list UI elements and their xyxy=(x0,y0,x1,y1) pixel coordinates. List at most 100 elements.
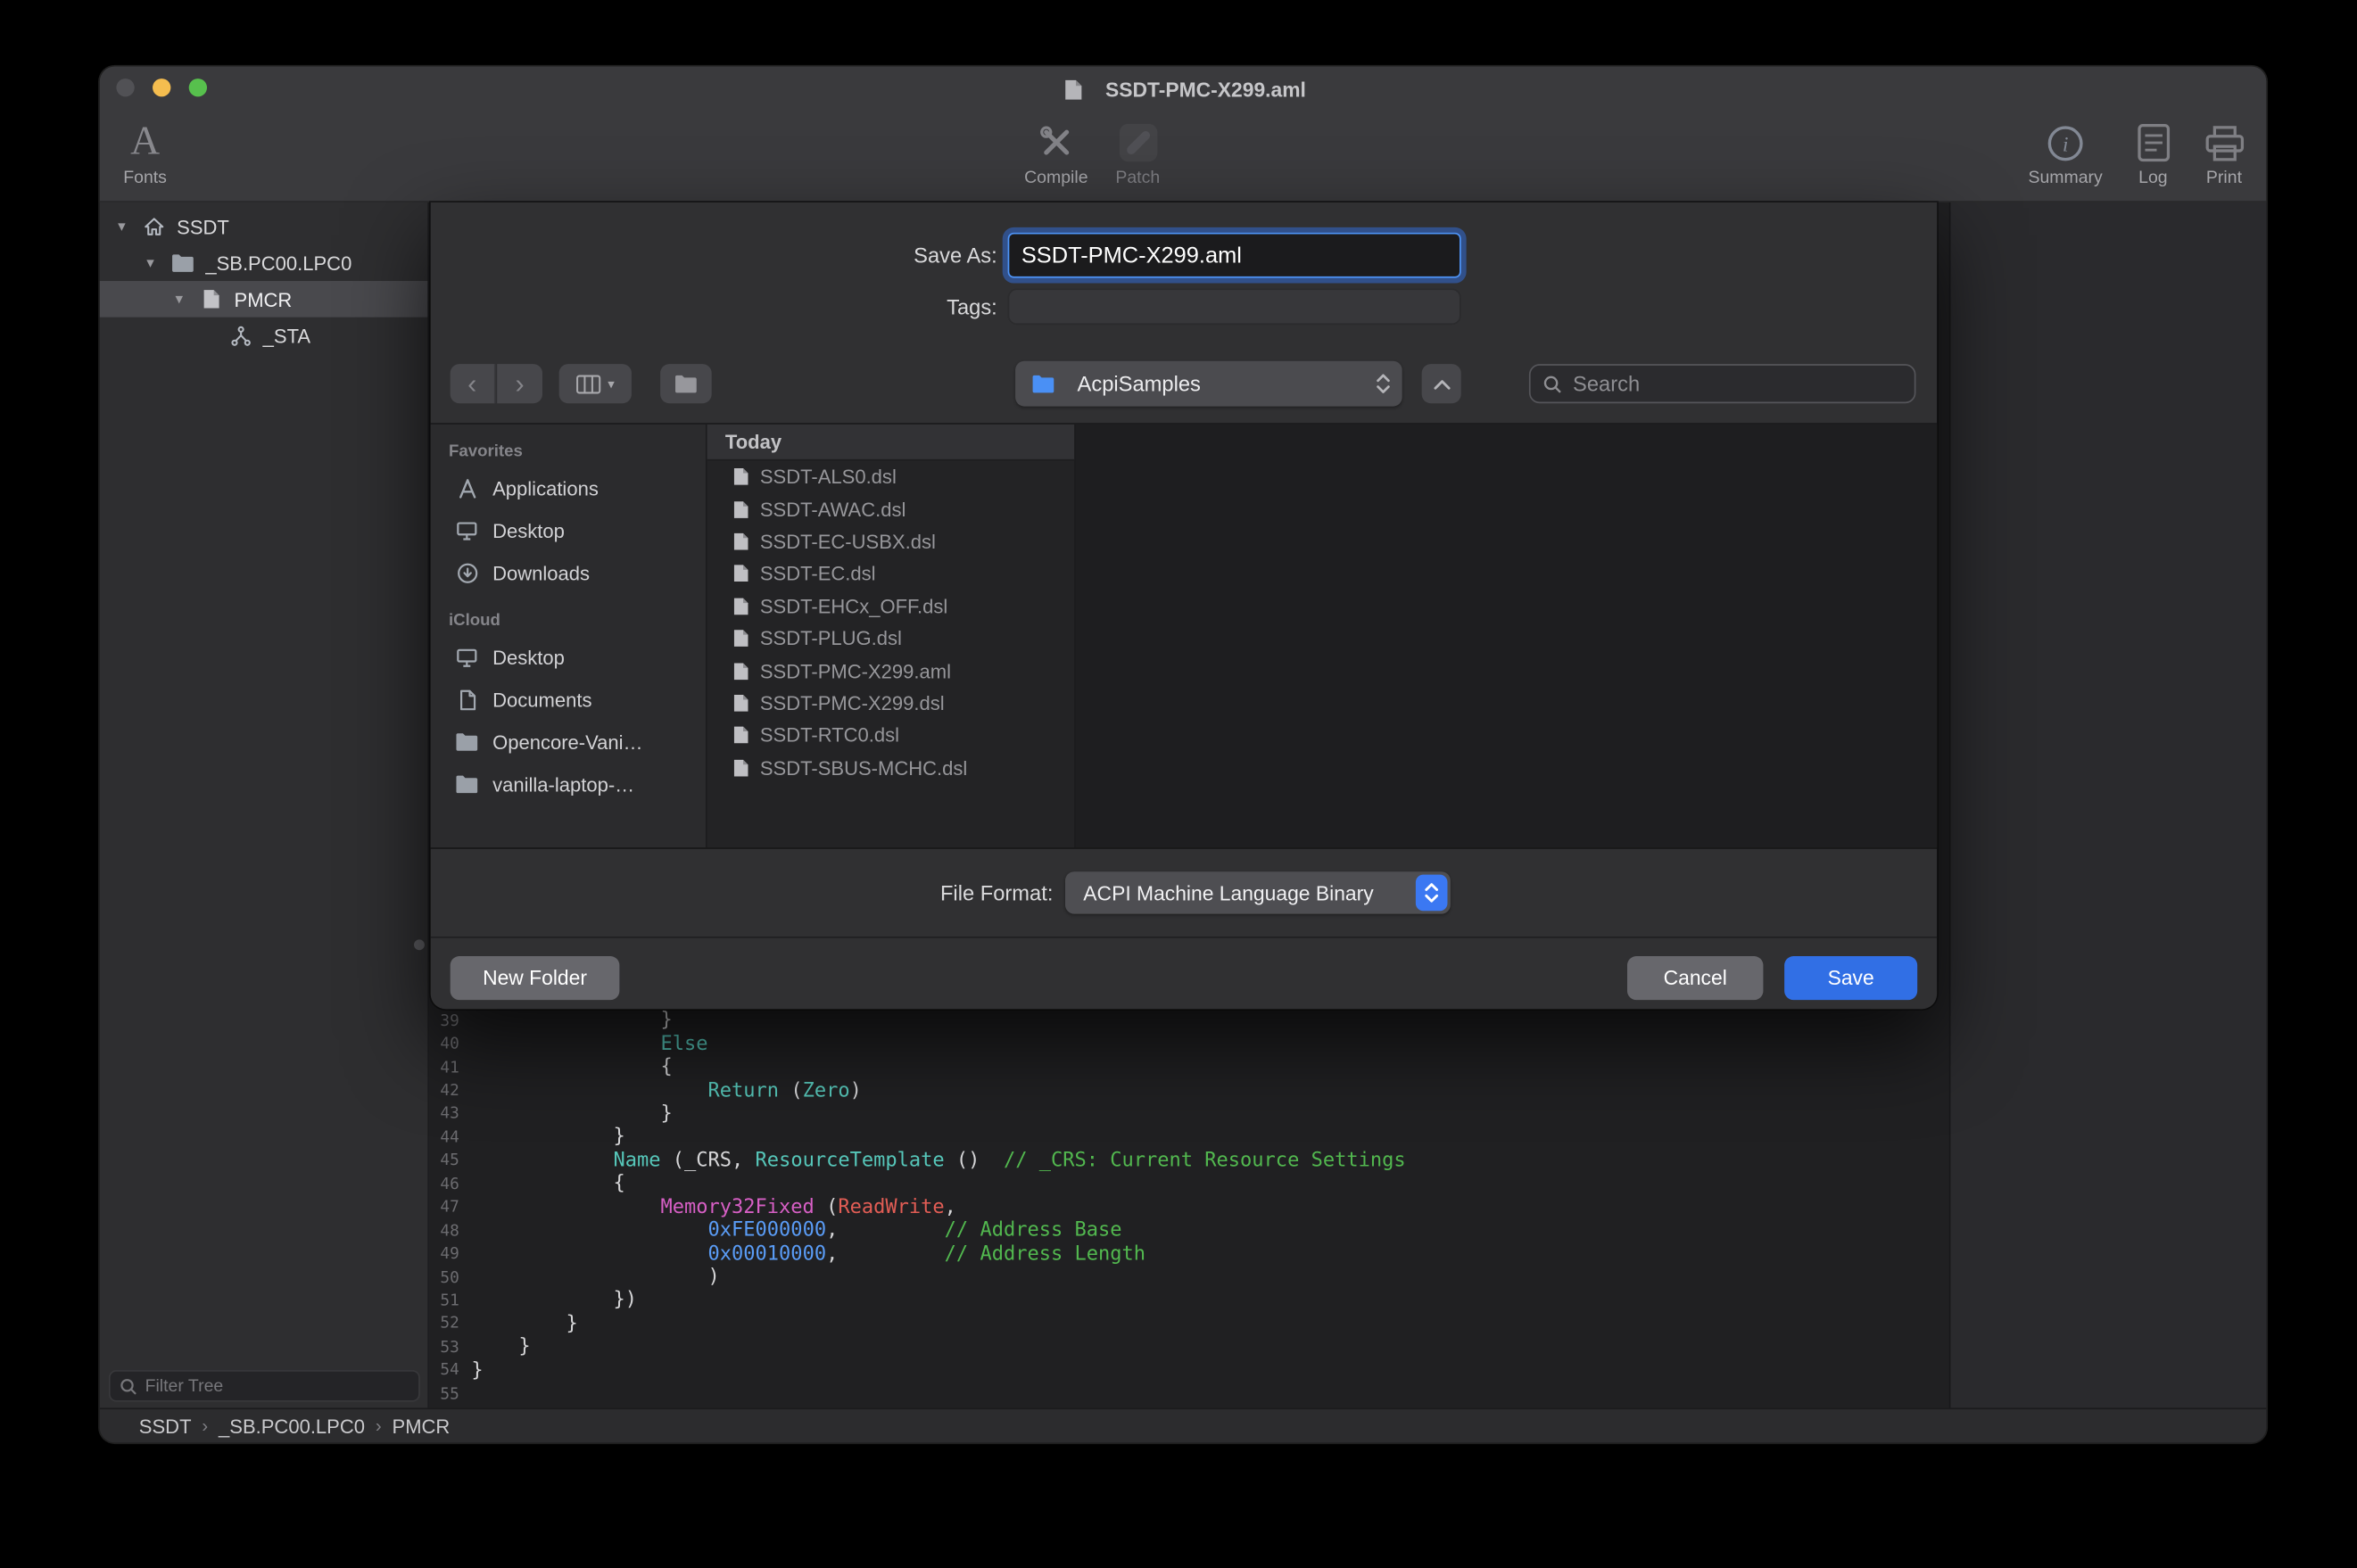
file-icon xyxy=(728,564,752,583)
line-number: 39 xyxy=(431,1011,459,1029)
file-icon xyxy=(728,725,752,745)
patch-button[interactable]: Patch xyxy=(1097,111,1178,187)
filter-tree-input[interactable] xyxy=(111,1372,418,1400)
line-number: 49 xyxy=(431,1245,459,1263)
print-label: Print xyxy=(2206,169,2242,187)
tags-input[interactable] xyxy=(1008,288,1461,325)
file-row[interactable]: SSDT-AWAC.dsl xyxy=(707,493,1075,525)
code-line: 42 Return (Zero) xyxy=(431,1079,1942,1102)
file-name: SSDT-EHCx_OFF.dsl xyxy=(760,595,947,617)
column-view-icon xyxy=(576,374,602,393)
file-icon xyxy=(728,661,752,681)
tree-item-sta[interactable]: _STA xyxy=(100,318,428,354)
fonts-button[interactable]: A Fonts xyxy=(100,111,191,187)
file-row[interactable]: SSDT-PMC-X299.dsl xyxy=(707,687,1075,719)
code-text: { xyxy=(471,1173,624,1195)
breadcrumb-item[interactable]: SSDT xyxy=(139,1415,192,1437)
new-folder-button[interactable]: New Folder xyxy=(451,956,620,1000)
tree-item-ssdt[interactable]: ▾ SSDT xyxy=(100,209,428,245)
sidebar-item-desktop[interactable]: Desktop xyxy=(431,509,706,551)
disclosure-triangle[interactable]: ▾ xyxy=(175,291,197,308)
split-handle[interactable] xyxy=(414,939,425,950)
sidebar-tree: ▾ SSDT ▾ _SB.PC00.LPC0 ▾PMCR_STA xyxy=(100,209,428,354)
file-format-dropdown[interactable]: ACPI Machine Language Binary xyxy=(1065,871,1451,913)
location-label: AcpiSamples xyxy=(1078,372,1201,396)
location-dropdown[interactable]: AcpiSamples xyxy=(1015,361,1402,407)
breadcrumb-item[interactable]: _SB.PC00.LPC0 xyxy=(219,1415,365,1437)
line-number: 54 xyxy=(431,1361,459,1379)
breadcrumb-item[interactable]: PMCR xyxy=(393,1415,451,1437)
tree-item-pmcr[interactable]: ▾PMCR xyxy=(100,281,428,318)
code-text: } xyxy=(471,1359,483,1382)
file-icon xyxy=(728,467,752,487)
desktop-icon xyxy=(451,646,482,668)
code-line: 48 0xFE000000, // Address Base xyxy=(431,1219,1942,1242)
disclosure-triangle[interactable]: ▾ xyxy=(146,254,169,271)
code-line: 53 } xyxy=(431,1335,1942,1358)
view-options-button[interactable]: ▾ xyxy=(559,364,632,403)
status-bar: SSDT›_SB.PC00.LPC0›PMCR xyxy=(100,1407,2267,1442)
file-row[interactable]: SSDT-PLUG.dsl xyxy=(707,623,1075,655)
chevron-down-icon: ▾ xyxy=(608,375,615,392)
compile-tools-icon xyxy=(1035,111,1077,163)
folder-icon xyxy=(451,773,482,795)
sidebar-item-applications[interactable]: Applications xyxy=(431,466,706,508)
save-button[interactable]: Save xyxy=(1784,956,1917,1000)
filename-input[interactable] xyxy=(1008,233,1461,278)
filter-tree-field[interactable] xyxy=(109,1370,420,1402)
sidebar-item-downloads[interactable]: Downloads xyxy=(431,551,706,593)
file-icon xyxy=(728,597,752,616)
compile-button[interactable]: Compile xyxy=(1011,111,1102,187)
folder-icon xyxy=(451,731,482,753)
patch-icon xyxy=(1117,111,1158,163)
file-row[interactable]: SSDT-ALS0.dsl xyxy=(707,461,1075,493)
stepper-chevrons-icon xyxy=(1377,373,1390,401)
summary-button[interactable]: i Summary xyxy=(2013,111,2119,187)
sidebar-item-opencore-vani[interactable]: Opencore-Vani… xyxy=(431,721,706,763)
code-text: } xyxy=(471,1336,530,1358)
log-button[interactable]: Log xyxy=(2115,111,2191,187)
dialog-footer: New Folder Cancel Save xyxy=(431,937,1938,1009)
downloads-icon xyxy=(451,561,482,583)
save-as-label: Save As: xyxy=(695,233,997,278)
file-row[interactable]: SSDT-PMC-X299.aml xyxy=(707,655,1075,687)
back-button[interactable]: ‹ xyxy=(451,364,496,403)
file-row[interactable]: SSDT-SBUS-MCHC.dsl xyxy=(707,752,1075,784)
file-row[interactable]: SSDT-EC.dsl xyxy=(707,557,1075,590)
window-title-area: SSDT-PMC-X299.aml xyxy=(100,76,2267,103)
fonts-icon: A xyxy=(130,111,160,163)
folder-icon xyxy=(674,373,698,394)
code-text: 0x00010000, // Address Length xyxy=(471,1242,1145,1265)
search-field[interactable] xyxy=(1529,364,1916,403)
code-line: 54} xyxy=(431,1358,1942,1382)
folder-action-button[interactable] xyxy=(660,364,712,403)
file-column: Today SSDT-ALS0.dslSSDT-AWAC.dslSSDT-EC-… xyxy=(707,425,1076,847)
sidebar-item-vanilla-laptop[interactable]: vanilla-laptop-… xyxy=(431,763,706,805)
collapse-sheet-button[interactable] xyxy=(1422,364,1461,403)
tree-item-label: _SB.PC00.LPC0 xyxy=(205,252,351,274)
line-number: 44 xyxy=(431,1128,459,1146)
print-icon xyxy=(2204,111,2245,163)
tree-item-label: SSDT xyxy=(177,215,229,237)
code-line: 40 Else xyxy=(431,1032,1942,1055)
code-text: } xyxy=(471,1102,672,1125)
file-row[interactable]: SSDT-RTC0.dsl xyxy=(707,719,1075,751)
search-input[interactable] xyxy=(1531,366,1915,402)
file-icon xyxy=(728,629,752,648)
forward-button[interactable]: › xyxy=(497,364,542,403)
disclosure-triangle[interactable]: ▾ xyxy=(118,219,140,235)
sidebar-item-label: vanilla-laptop-… xyxy=(492,772,634,795)
log-label: Log xyxy=(2138,169,2167,187)
code-text: 0xFE000000, // Address Base xyxy=(471,1219,1121,1242)
file-icon xyxy=(728,532,752,551)
code-text: } xyxy=(471,1126,624,1148)
sidebar-item-desktop[interactable]: Desktop xyxy=(431,636,706,678)
file-row[interactable]: SSDT-EC-USBX.dsl xyxy=(707,525,1075,557)
file-row[interactable]: SSDT-EHCx_OFF.dsl xyxy=(707,590,1075,622)
sidebar-item-documents[interactable]: Documents xyxy=(431,678,706,720)
patch-label: Patch xyxy=(1115,169,1160,187)
file-icon xyxy=(728,758,752,778)
tree-item-sb-pc00-lpc0[interactable]: ▾ _SB.PC00.LPC0 xyxy=(100,244,428,281)
cancel-button[interactable]: Cancel xyxy=(1627,956,1763,1000)
print-button[interactable]: Print xyxy=(2187,111,2262,187)
